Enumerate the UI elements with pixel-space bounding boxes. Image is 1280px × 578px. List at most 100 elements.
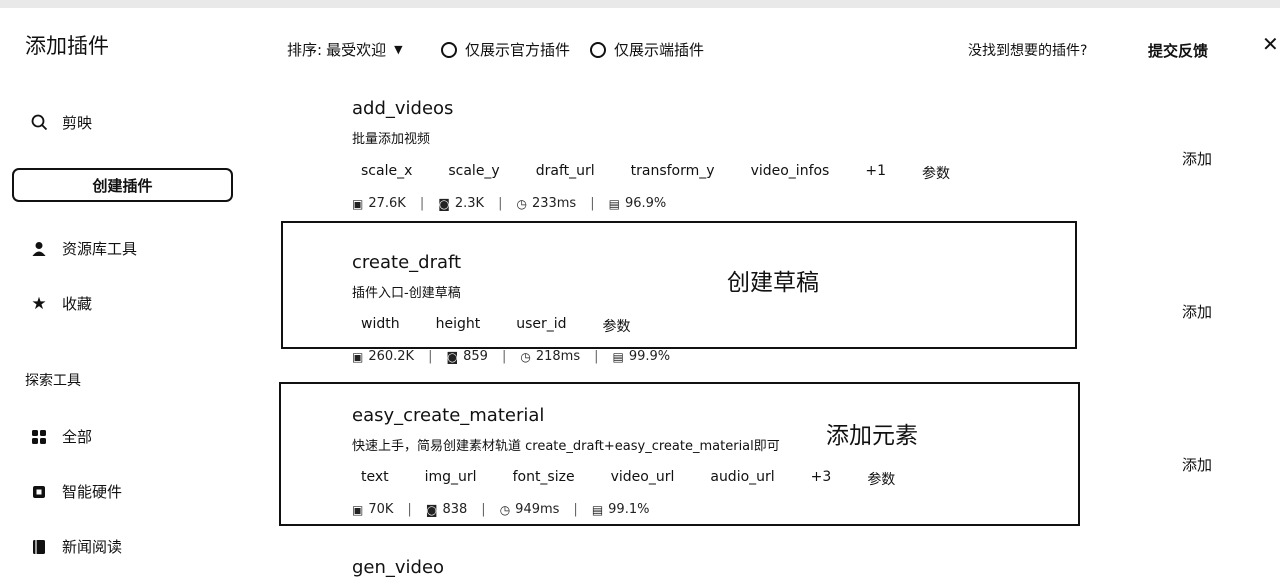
param-label: 参数 (922, 166, 950, 182)
plugin-name[interactable]: easy_create_material (352, 405, 544, 426)
close-icon[interactable]: ✕ (1262, 32, 1279, 56)
param-tag: video_infos (750, 163, 830, 179)
sidebar-item-resource-tools[interactable]: 资源库工具 (30, 238, 137, 259)
explore-section-label: 探索工具 (25, 373, 81, 389)
divider: | (501, 349, 507, 364)
stat-success: 99.9% (628, 349, 671, 364)
plugin-name[interactable]: gen_video (352, 557, 444, 578)
filter-endpoint-radio[interactable]: 仅展示端插件 (590, 39, 704, 60)
param-tag: video_url (610, 469, 675, 485)
sidebar-item-label: 资源库工具 (62, 240, 138, 258)
add-button[interactable]: 添加 (1182, 454, 1212, 475)
plugin-name[interactable]: create_draft (352, 252, 461, 273)
bot-icon: ◙ (438, 196, 450, 211)
plugin-desc: 批量添加视频 (352, 132, 431, 147)
caret-down-icon: ▼ (394, 43, 403, 56)
sidebar-item-favorites[interactable]: ★ 收藏 (30, 293, 92, 314)
sidebar-search-label: 剪映 (62, 114, 93, 132)
not-found-text: 没找到想要的插件? (968, 43, 1088, 59)
param-tag: font_size (512, 469, 575, 485)
plugin-desc: 快速上手，简易创建素材轨道 create_draft+easy_create_m… (352, 439, 780, 454)
stat-usage: 70K (368, 502, 394, 517)
sidebar-item-smart-hardware[interactable]: 智能硬件 (30, 481, 122, 502)
divider: | (498, 196, 503, 211)
add-button[interactable]: 添加 (1182, 301, 1212, 322)
success-rate-icon: ▤ (608, 196, 620, 211)
divider: | (419, 196, 425, 211)
annotation-label: 创建草稿 (727, 270, 819, 296)
stat-latency: 233ms (531, 196, 577, 211)
filter-official-label: 仅展示官方插件 (465, 41, 571, 59)
plugin-params: scale_x scale_y draft_url transform_y vi… (361, 163, 986, 183)
stat-usage: 27.6K (368, 196, 406, 211)
param-tag: scale_x (361, 163, 413, 179)
dialog-title: 添加插件 (25, 34, 109, 58)
stat-latency: 949ms (515, 502, 560, 517)
param-tag: img_url (424, 469, 477, 485)
plugin-params: width height user_id 参数 (361, 316, 667, 336)
plugin-desc: 插件入口-创建草稿 (352, 286, 461, 301)
grid-icon (30, 428, 48, 446)
param-tag: height (435, 316, 481, 332)
bot-icon: ◙ (425, 502, 438, 517)
param-tag: user_id (516, 316, 567, 332)
sidebar-item-label: 新闻阅读 (62, 538, 123, 556)
clock-icon: ◷ (499, 502, 511, 517)
stat-latency: 218ms (535, 349, 581, 364)
success-rate-icon: ▤ (591, 502, 604, 517)
divider: | (428, 349, 433, 364)
bot-icon: ◙ (446, 349, 459, 364)
param-tag: transform_y (630, 163, 715, 179)
sidebar-item-label: 全部 (62, 428, 93, 446)
annotation-label: 添加元素 (826, 423, 918, 449)
divider: | (407, 502, 412, 517)
star-icon: ★ (31, 293, 47, 314)
plugin-name[interactable]: add_videos (352, 98, 453, 119)
clock-icon: ◷ (520, 349, 531, 364)
stat-bots: 859 (463, 349, 488, 364)
sidebar-search[interactable]: 剪映 (30, 112, 92, 133)
sidebar-item-label: 智能硬件 (62, 483, 123, 501)
param-tag: text (361, 469, 389, 485)
plugin-stats: ▣ 260.2K | ◙ 859 | ◷ 218ms | ▤ 99.9% (352, 349, 670, 364)
stat-success: 96.9% (624, 196, 667, 211)
divider: | (573, 502, 578, 517)
param-tag: draft_url (535, 163, 595, 179)
feedback-link[interactable]: 提交反馈 (1148, 40, 1208, 61)
param-tag: scale_y (448, 163, 500, 179)
sidebar-item-news[interactable]: 新闻阅读 (30, 536, 122, 557)
plugin-stats: ▣ 70K | ◙ 838 | ◷ 949ms | ▤ 99.1% (352, 502, 649, 517)
divider: | (481, 502, 486, 517)
create-plugin-button[interactable]: 创建插件 (12, 168, 233, 202)
sidebar-item-label: 收藏 (62, 295, 93, 313)
sort-dropdown[interactable]: 排序: 最受欢迎 ▼ (287, 39, 403, 60)
search-icon (30, 114, 48, 132)
stat-bots: 838 (442, 502, 468, 517)
param-more: +3 (810, 469, 832, 485)
calendar-icon: ▣ (352, 349, 364, 364)
param-tag: width (361, 316, 400, 332)
stat-usage: 260.2K (368, 349, 415, 364)
sort-label: 排序: (287, 41, 323, 59)
sidebar-item-all[interactable]: 全部 (30, 426, 92, 447)
calendar-icon: ▣ (352, 196, 364, 211)
divider: | (590, 196, 595, 211)
success-rate-icon: ▤ (612, 349, 624, 364)
sort-value: 最受欢迎 (326, 41, 387, 59)
radio-circle-icon (590, 41, 606, 58)
param-more: +1 (865, 163, 886, 179)
filter-endpoint-label: 仅展示端插件 (614, 41, 705, 59)
user-icon (30, 240, 48, 258)
book-icon (30, 538, 48, 556)
calendar-icon: ▣ (352, 502, 364, 517)
clock-icon: ◷ (516, 196, 527, 211)
param-tag: audio_url (710, 469, 775, 485)
radio-circle-icon (441, 41, 457, 58)
param-label: 参数 (867, 472, 896, 488)
filter-official-radio[interactable]: 仅展示官方插件 (441, 39, 570, 60)
plugin-stats: ▣ 27.6K | ◙ 2.3K | ◷ 233ms | ▤ 96.9% (352, 196, 666, 211)
chip-icon (30, 483, 48, 501)
add-button[interactable]: 添加 (1182, 148, 1212, 169)
stat-bots: 2.3K (454, 196, 485, 211)
top-border (0, 0, 1280, 8)
